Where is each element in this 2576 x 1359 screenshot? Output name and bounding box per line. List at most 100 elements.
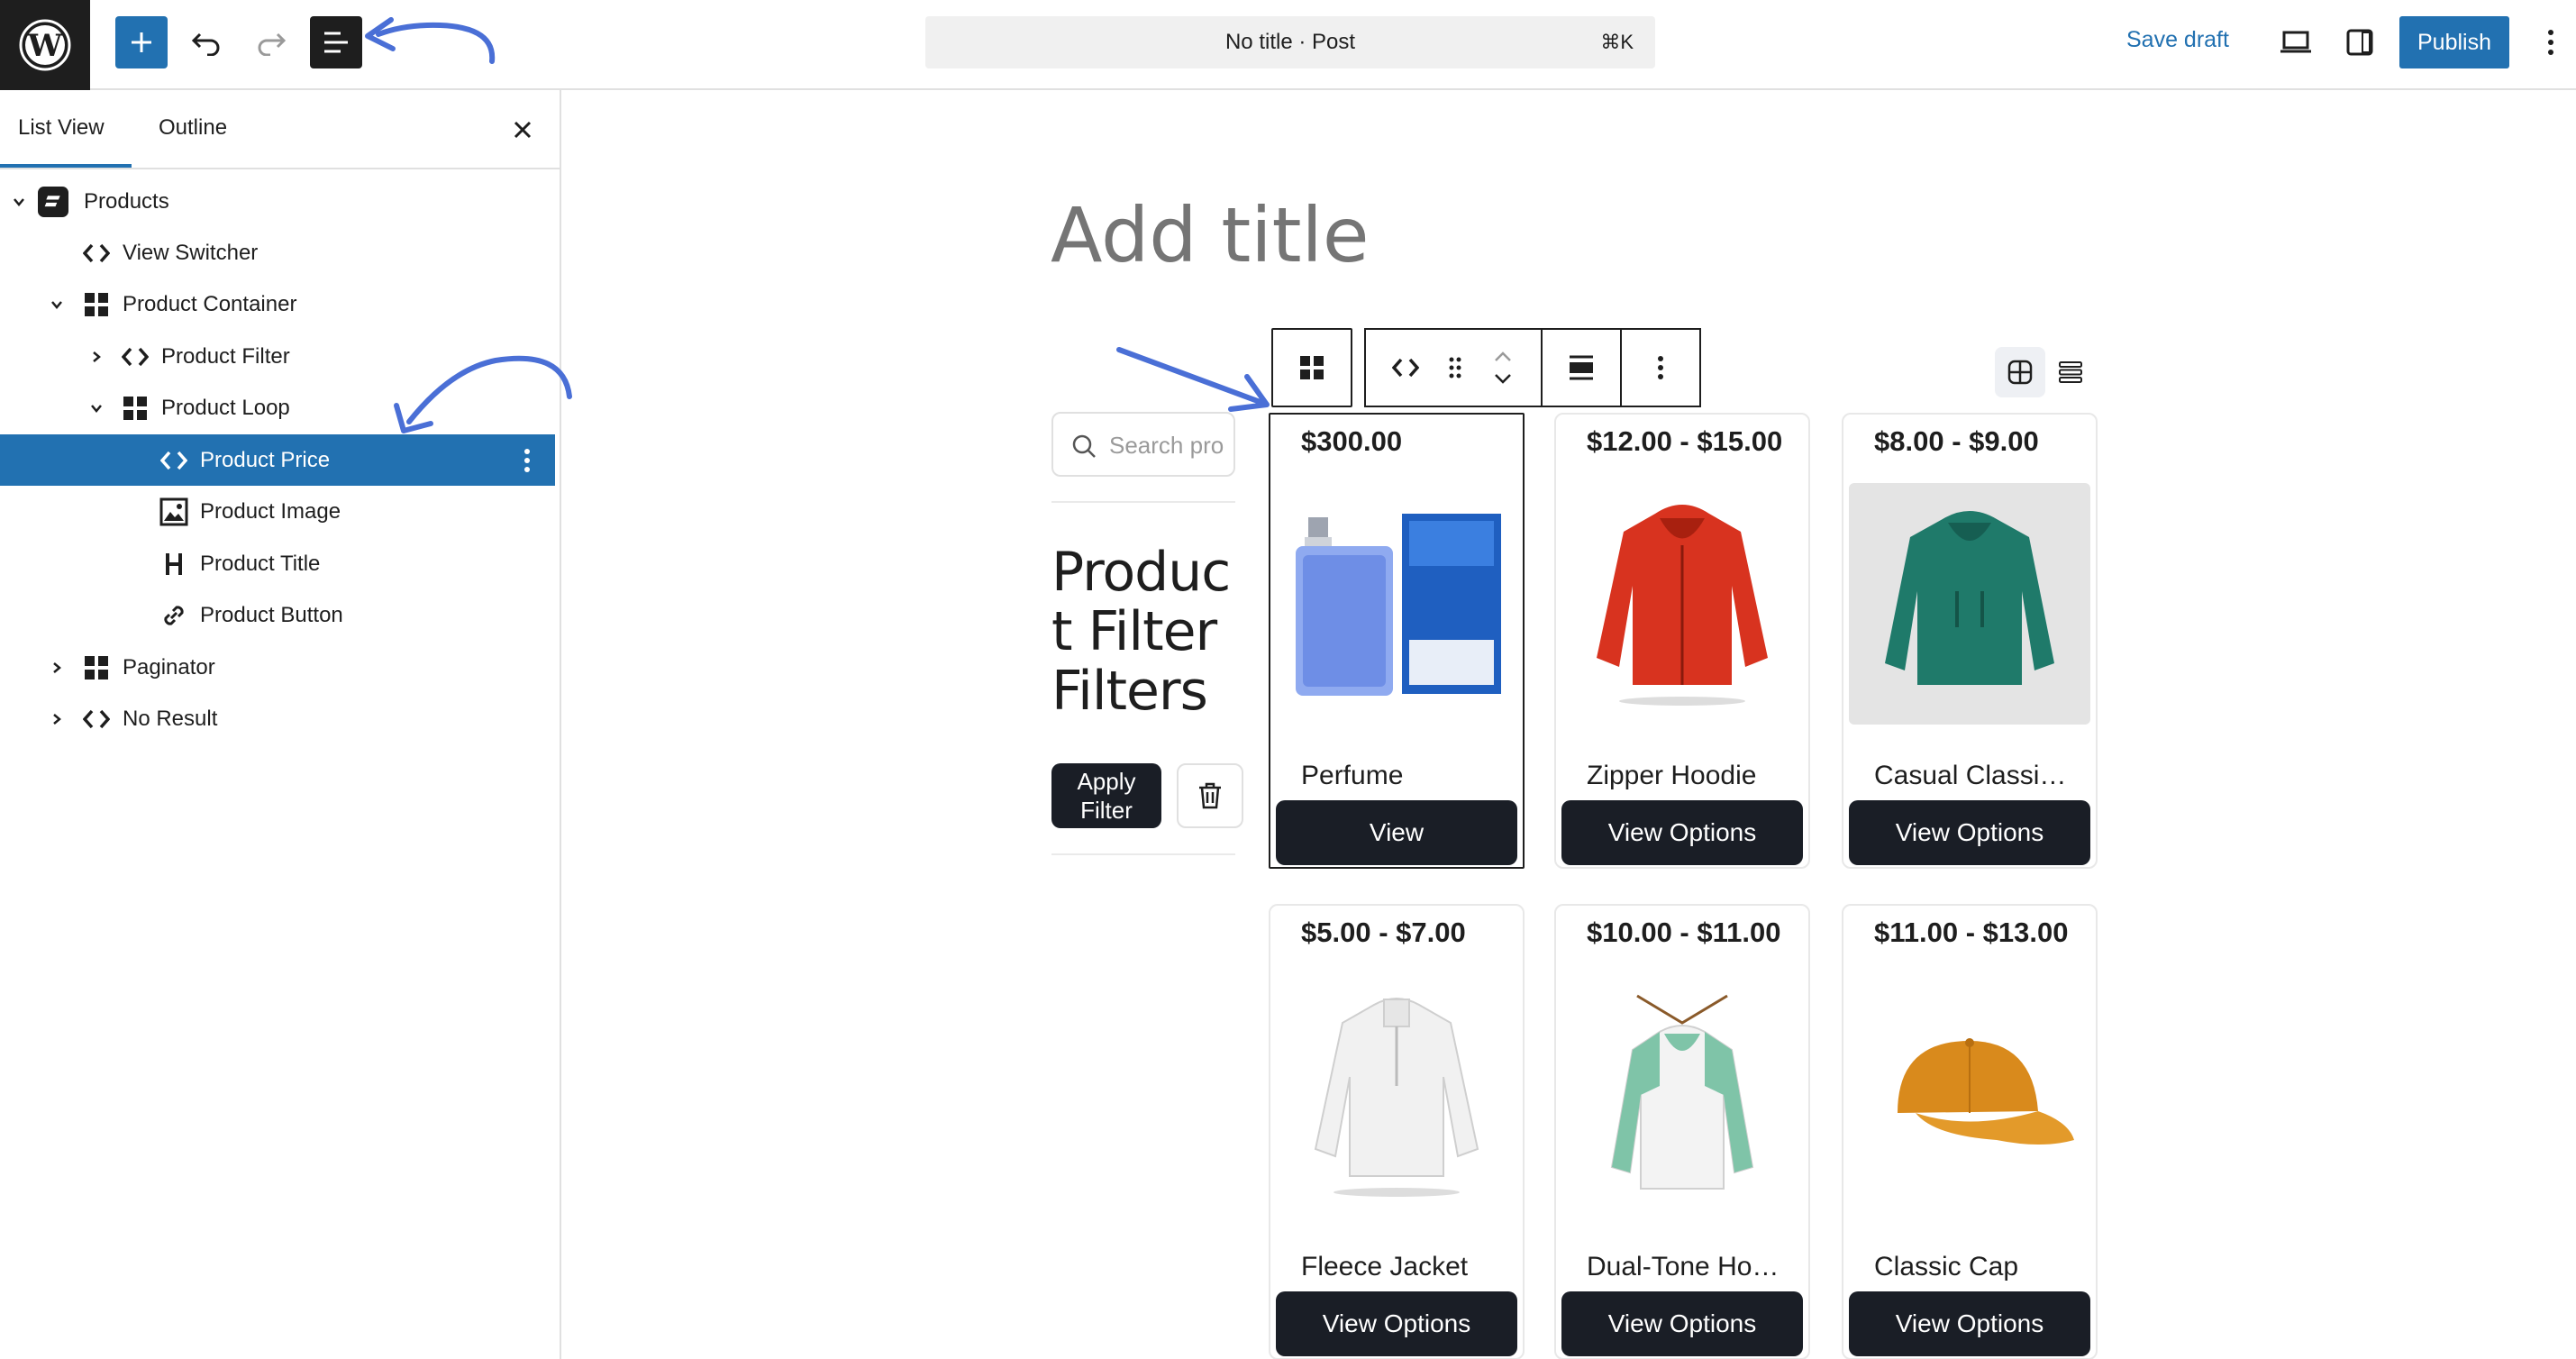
code-brackets-icon	[159, 445, 189, 476]
tab-list-view[interactable]: List View	[18, 115, 105, 141]
orange-cap-image[interactable]	[1849, 974, 2090, 1216]
tree-label: Product Container	[123, 291, 297, 316]
white-jacket-image[interactable]	[1276, 974, 1517, 1216]
product-title[interactable]: Fleece Jacket	[1301, 1252, 1508, 1282]
product-title[interactable]: Classic Cap	[1874, 1252, 2081, 1282]
product-button[interactable]: View Options	[1561, 800, 1803, 865]
block-options-button[interactable]	[514, 442, 541, 479]
drag-handle[interactable]	[1433, 330, 1478, 406]
trash-icon	[1199, 782, 1221, 809]
product-price: $12.00 - $15.00	[1587, 425, 1783, 457]
tree-item-products[interactable]: Products	[0, 176, 555, 227]
align-button[interactable]	[1543, 330, 1622, 406]
product-card[interactable]: $8.00 - $9.00 Casual Classi… View Option…	[1842, 413, 2098, 869]
product-title[interactable]: Perfume	[1301, 761, 1508, 791]
redo-button[interactable]	[245, 16, 297, 68]
product-price[interactable]: $300.00	[1301, 425, 1402, 458]
product-card[interactable]: $5.00 - $7.00 Fleece Jacket View Options	[1269, 904, 1525, 1359]
document-overview-button[interactable]	[310, 16, 362, 68]
options-menu-button[interactable]	[2528, 20, 2573, 65]
tree-label: Product Price	[200, 447, 331, 472]
red-hoodie-image[interactable]	[1561, 483, 1803, 725]
tree-item-product-price[interactable]: Product Price	[0, 434, 555, 486]
chevron-down-icon[interactable]	[86, 398, 106, 418]
product-button[interactable]: View	[1276, 800, 1517, 865]
tree-item-product-loop[interactable]: Product Loop	[0, 382, 555, 433]
tree-item-product-title[interactable]: Product Title	[0, 538, 555, 589]
sidebar-toggle-icon	[2346, 29, 2373, 56]
undo-button[interactable]	[180, 16, 232, 68]
command-palette-bar[interactable]: No title · Post ⌘K	[925, 16, 1655, 68]
clear-filter-button[interactable]	[1177, 763, 1243, 828]
tree-item-view-switcher[interactable]: View Switcher	[0, 227, 555, 278]
close-icon	[514, 121, 532, 139]
chevron-right-icon[interactable]	[47, 709, 67, 729]
green-hoodie-image[interactable]	[1849, 483, 2090, 725]
chevron-down-icon[interactable]	[9, 192, 29, 212]
grid-view-icon	[2007, 360, 2033, 385]
perfume-image[interactable]	[1276, 483, 1517, 725]
more-vertical-icon	[1658, 356, 1663, 379]
code-brackets-icon	[81, 238, 112, 269]
grid-icon	[120, 393, 150, 424]
search-placeholder: Search pro	[1109, 432, 1224, 459]
dual-tone-hoodie-image[interactable]	[1561, 974, 1803, 1216]
product-button[interactable]: View Options	[1561, 1291, 1803, 1356]
chevron-right-icon[interactable]	[47, 658, 67, 678]
settings-sidebar-button[interactable]	[2337, 20, 2382, 65]
grid-icon	[81, 289, 112, 320]
chevron-down-icon[interactable]	[1493, 372, 1513, 385]
product-search-input[interactable]: Search pro	[1051, 412, 1235, 477]
apply-filter-button[interactable]: Apply Filter	[1051, 763, 1161, 828]
tree-label: No Result	[123, 706, 218, 731]
product-price: $8.00 - $9.00	[1874, 425, 2039, 457]
tree-item-paginator[interactable]: Paginator	[0, 642, 555, 693]
product-button[interactable]: View Options	[1849, 800, 2090, 865]
list-layout-icon	[2059, 361, 2082, 383]
product-title[interactable]: Casual Classi…	[1874, 761, 2081, 791]
grid-view-button[interactable]	[1995, 347, 2045, 397]
product-card[interactable]: $10.00 - $11.00 Dual-Tone Ho… View Optio…	[1554, 904, 1810, 1359]
active-tab-indicator	[0, 164, 132, 168]
product-button[interactable]: View Options	[1849, 1291, 2090, 1356]
preview-button[interactable]	[2273, 20, 2318, 65]
tree-item-product-button[interactable]: Product Button	[0, 589, 555, 641]
annotation-arrow-icon	[1116, 347, 1270, 412]
tree-item-no-result[interactable]: No Result	[0, 693, 555, 744]
wordpress-logo-button[interactable]: W	[0, 0, 90, 90]
tree-item-product-image[interactable]: Product Image	[0, 486, 555, 537]
redo-icon	[258, 32, 287, 56]
chevron-up-icon[interactable]	[1493, 351, 1513, 363]
add-block-button[interactable]	[115, 16, 168, 68]
product-title[interactable]: Dual-Tone Ho…	[1587, 1252, 1794, 1282]
tree-item-product-filter[interactable]: Product Filter	[0, 331, 555, 382]
undo-icon	[191, 32, 220, 56]
publish-button[interactable]: Publish	[2399, 16, 2509, 68]
filter-heading: Product Filter Filters	[1051, 541, 1231, 723]
product-title[interactable]: Zipper Hoodie	[1587, 761, 1794, 791]
product-block-icon	[38, 186, 68, 217]
block-parent-selector[interactable]	[1271, 328, 1352, 407]
tab-outline[interactable]: Outline	[159, 115, 227, 141]
block-type-button[interactable]	[1379, 330, 1433, 406]
search-icon	[1072, 434, 1096, 458]
product-button[interactable]: View Options	[1276, 1291, 1517, 1356]
product-card[interactable]: $11.00 - $13.00 Classic Cap View Options	[1842, 904, 2098, 1359]
save-draft-button[interactable]: Save draft	[2126, 27, 2229, 53]
post-title-input[interactable]: Add title	[1051, 191, 1370, 279]
list-view-toggle-button[interactable]	[2045, 347, 2096, 397]
close-panel-button[interactable]	[505, 112, 541, 148]
block-more-options-button[interactable]	[1622, 330, 1699, 406]
product-card[interactable]: $12.00 - $15.00 Zipper Hoodie View Optio…	[1554, 413, 1810, 869]
product-card[interactable]: $300.00 Perfume View	[1269, 413, 1525, 869]
more-vertical-icon	[2548, 30, 2553, 55]
plus-icon	[132, 32, 151, 52]
list-view-icon	[324, 32, 348, 53]
chevron-down-icon[interactable]	[47, 295, 67, 315]
code-brackets-icon	[120, 342, 150, 372]
chevron-right-icon[interactable]	[86, 347, 106, 367]
tree-label: View Switcher	[123, 240, 259, 265]
product-price: $11.00 - $13.00	[1874, 917, 2069, 948]
tree-item-product-container[interactable]: Product Container	[0, 278, 555, 330]
editor-topbar: W No title · Post ⌘K Save draft Publish	[0, 0, 2576, 90]
